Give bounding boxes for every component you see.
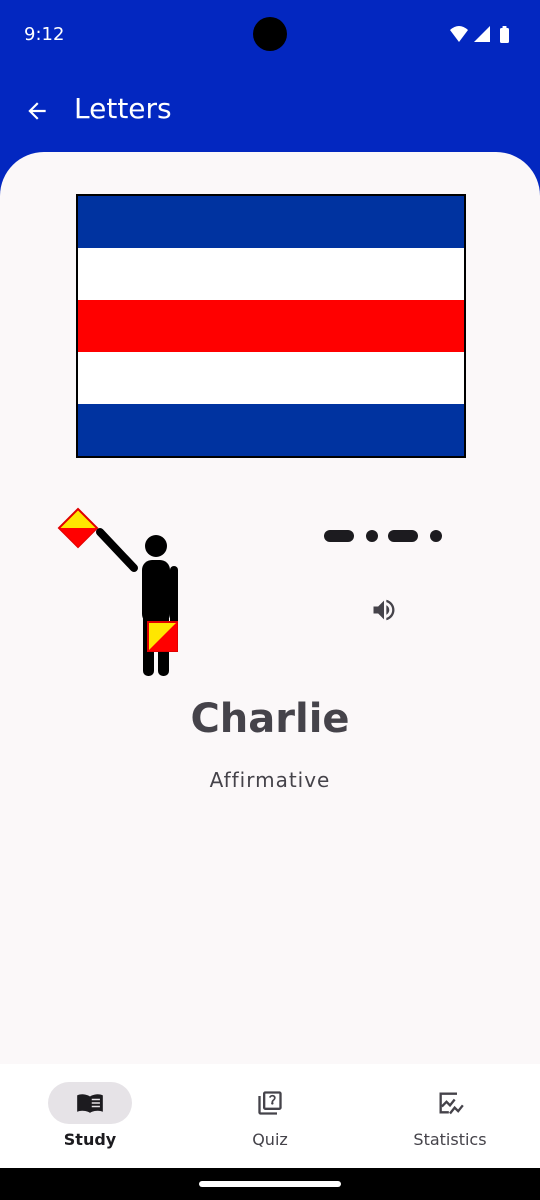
screen: 9:12 Letters Charlie Affirmative Study Q… [0,0,540,1200]
flag-stripe [78,196,464,248]
status-icons [448,24,518,46]
morse-dash [388,530,418,542]
morse-dot [430,530,442,542]
statistics-icon [439,1092,464,1115]
nav-item-statistics[interactable]: Statistics [360,1064,540,1168]
book-icon [77,1094,103,1113]
flag-stripe [78,352,464,404]
morse-code [324,528,446,544]
flag-stripe [78,300,464,352]
nav-item-study[interactable]: Study [0,1064,180,1168]
nav-item-quiz[interactable]: Quiz [180,1064,360,1168]
morse-dot [366,530,378,542]
volume-icon [373,599,395,621]
play-sound-button[interactable] [366,592,402,628]
letter-card: Charlie Affirmative [0,152,540,1064]
morse-dash [324,530,354,542]
back-button[interactable] [16,90,58,132]
gesture-navigation-bar [0,1168,540,1200]
flag-stripe [78,248,464,300]
letter-name: Charlie [190,696,350,742]
status-bar: 9:12 [0,0,540,70]
quiz-icon [258,1091,282,1115]
bottom-navigation: Study Quiz Statistics [0,1064,540,1168]
semaphore-figure-icon [52,504,192,679]
camera-cutout [253,17,287,51]
app-bar: Letters [0,70,540,150]
status-time: 9:12 [24,24,65,45]
battery-icon [500,26,509,43]
wifi-icon [450,26,468,42]
nav-label-statistics: Statistics [413,1130,487,1149]
flag-stripe [78,404,464,456]
letter-meaning: Affirmative [209,768,331,792]
charlie-flag [76,194,466,458]
cellular-signal-icon [474,26,490,42]
nav-label-study: Study [63,1130,117,1149]
home-gesture-handle[interactable] [199,1181,341,1187]
page-title: Letters [74,92,172,125]
nav-label-quiz: Quiz [252,1130,288,1149]
arrow-back-icon [28,102,46,120]
